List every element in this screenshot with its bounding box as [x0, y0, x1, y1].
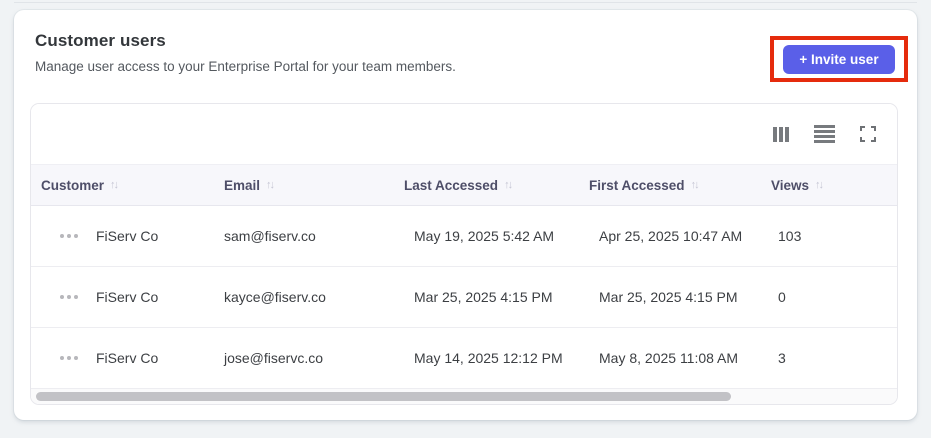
table-toolbar [31, 104, 897, 164]
row-density-icon-glyph [814, 125, 835, 143]
email-cell: jose@fiservc.co [224, 350, 324, 366]
last-accessed-cell: Mar 25, 2025 4:15 PM [414, 289, 553, 305]
column-header-label: Last Accessed [404, 177, 499, 193]
columns-icon[interactable] [771, 125, 792, 144]
column-header-label: Views [771, 177, 810, 193]
column-header-views[interactable]: Views ↑↓ [761, 178, 897, 193]
column-header-customer[interactable]: Customer ↑↓ [31, 178, 214, 193]
column-header-email[interactable]: Email ↑↓ [214, 178, 394, 193]
email-cell: sam@fiserv.co [224, 228, 316, 244]
table-row: FiServ Co sam@fiserv.co May 19, 2025 5:4… [31, 206, 897, 267]
row-density-icon[interactable] [812, 123, 837, 145]
page-subtitle: Manage user access to your Enterprise Po… [35, 59, 456, 74]
row-menu-icon[interactable] [41, 287, 96, 307]
table-header-row: Customer ↑↓ Email ↑↓ Last Accessed ↑↓ Fi… [31, 164, 897, 206]
first-accessed-cell: Apr 25, 2025 10:47 AM [599, 228, 743, 244]
horizontal-scrollbar[interactable] [31, 389, 897, 404]
first-accessed-cell: Mar 25, 2025 4:15 PM [599, 289, 738, 305]
column-header-label: First Accessed [589, 177, 685, 193]
column-header-last-accessed[interactable]: Last Accessed ↑↓ [394, 178, 579, 193]
last-accessed-cell: May 14, 2025 12:12 PM [414, 350, 563, 366]
column-header-label: Email [224, 177, 261, 193]
column-header-first-accessed[interactable]: First Accessed ↑↓ [579, 178, 761, 193]
invite-user-button[interactable]: + Invite user [783, 44, 895, 74]
fullscreen-icon[interactable] [858, 124, 878, 144]
sort-icon[interactable]: ↑↓ [266, 179, 275, 191]
annotation-highlight-box: + Invite user [770, 36, 908, 82]
sort-icon[interactable]: ↑↓ [815, 179, 824, 191]
sort-icon[interactable]: ↑↓ [110, 179, 119, 191]
customer-cell: FiServ Co [96, 228, 159, 244]
table-row: FiServ Co jose@fiservc.co May 14, 2025 1… [31, 328, 897, 389]
columns-icon-glyph [772, 126, 789, 142]
views-cell: 103 [778, 228, 802, 244]
customer-cell: FiServ Co [96, 350, 159, 366]
sort-icon[interactable]: ↑↓ [504, 179, 513, 191]
views-cell: 0 [778, 289, 786, 305]
page-title: Customer users [35, 31, 166, 50]
users-table-panel: Customer ↑↓ Email ↑↓ Last Accessed ↑↓ Fi… [30, 103, 898, 405]
customer-users-card: Customer users Manage user access to you… [14, 10, 917, 420]
row-menu-icon[interactable] [41, 226, 96, 246]
customer-cell: FiServ Co [96, 289, 159, 305]
column-header-label: Customer [41, 177, 105, 193]
email-cell: kayce@fiserv.co [224, 289, 326, 305]
table-row: FiServ Co kayce@fiserv.co Mar 25, 2025 4… [31, 267, 897, 328]
first-accessed-cell: May 8, 2025 11:08 AM [599, 350, 739, 366]
horizontal-scrollbar-thumb[interactable] [36, 392, 731, 401]
last-accessed-cell: May 19, 2025 5:42 AM [414, 228, 555, 244]
fullscreen-icon-glyph [860, 126, 876, 142]
sort-icon[interactable]: ↑↓ [691, 179, 700, 191]
top-divider [14, 2, 917, 3]
views-cell: 3 [778, 350, 786, 366]
row-menu-icon[interactable] [41, 348, 96, 368]
